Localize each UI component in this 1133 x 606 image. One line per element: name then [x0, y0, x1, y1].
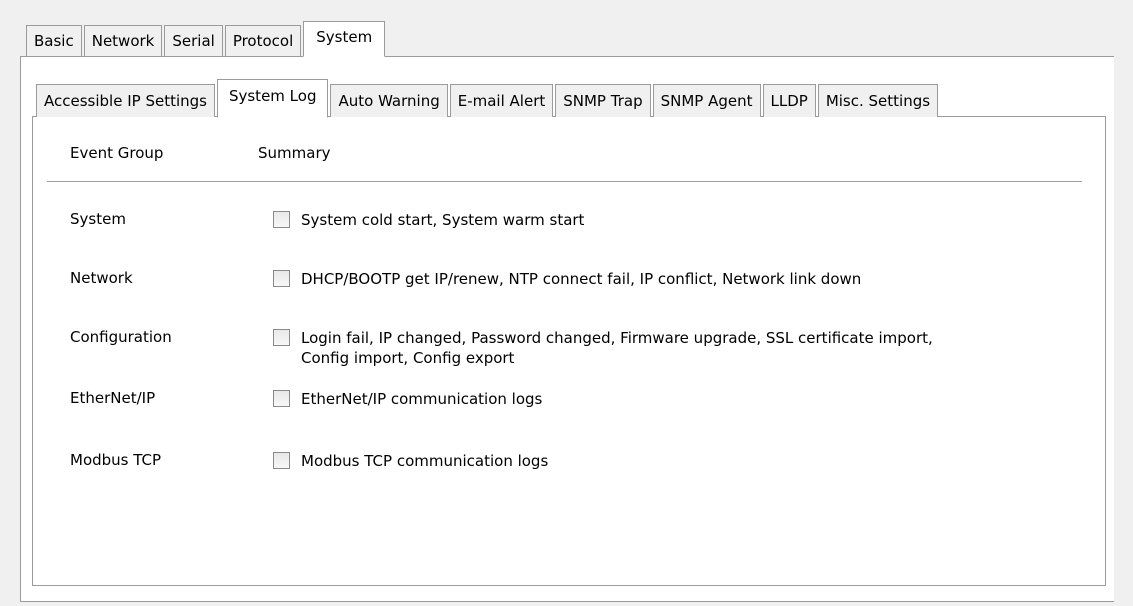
- event-group-label: EtherNet/IP: [70, 389, 156, 407]
- tab-protocol[interactable]: Protocol: [224, 25, 302, 56]
- configuration-log-checkbox[interactable]: [273, 329, 290, 346]
- tab-system[interactable]: System: [303, 21, 386, 57]
- summary-line: Config import, Config export: [301, 349, 515, 367]
- system-log-checkbox[interactable]: [273, 211, 290, 228]
- event-summary: EtherNet/IP communication logs: [301, 389, 1101, 409]
- network-log-checkbox[interactable]: [273, 270, 290, 287]
- event-summary: Login fail, IP changed, Password changed…: [301, 328, 1101, 368]
- tab-basic[interactable]: Basic: [26, 25, 82, 56]
- tab-auto-warning[interactable]: Auto Warning: [330, 84, 448, 117]
- event-summary: System cold start, System warm start: [301, 210, 1101, 230]
- event-group-label: Network: [70, 269, 133, 287]
- tab-serial[interactable]: Serial: [164, 25, 223, 56]
- tab-network[interactable]: Network: [83, 25, 163, 56]
- summary-header: Summary: [258, 144, 331, 162]
- summary-line: Login fail, IP changed, Password changed…: [301, 329, 933, 347]
- event-group-label: Configuration: [70, 328, 172, 346]
- summary-line: DHCP/BOOTP get IP/renew, NTP connect fai…: [301, 270, 862, 288]
- tab-snmp-trap[interactable]: SNMP Trap: [555, 84, 651, 117]
- summary-line: System cold start, System warm start: [301, 211, 585, 229]
- tab-email-alert[interactable]: E-mail Alert: [449, 84, 554, 117]
- event-group-header: Event Group: [70, 144, 164, 162]
- event-group-label: Modbus TCP: [70, 451, 162, 469]
- tab-misc-settings[interactable]: Misc. Settings: [817, 84, 939, 117]
- summary-line: Modbus TCP communication logs: [301, 452, 549, 470]
- tab-system-log[interactable]: System Log: [216, 79, 329, 118]
- tab-lldp[interactable]: LLDP: [762, 84, 816, 117]
- tab-accessible-ip-settings[interactable]: Accessible IP Settings: [36, 84, 215, 117]
- event-group-label: System: [70, 210, 126, 228]
- event-summary: Modbus TCP communication logs: [301, 451, 1101, 471]
- header-divider: [47, 181, 1082, 182]
- inner-tab-bar: Accessible IP Settings System Log Auto W…: [36, 79, 940, 118]
- modbus-tcp-log-checkbox[interactable]: [273, 452, 290, 469]
- event-summary: DHCP/BOOTP get IP/renew, NTP connect fai…: [301, 269, 1101, 289]
- outer-tab-bar: Basic Network Serial Protocol System: [26, 21, 387, 57]
- ethernet-ip-log-checkbox[interactable]: [273, 390, 290, 407]
- tab-snmp-agent[interactable]: SNMP Agent: [652, 84, 761, 117]
- settings-window: Basic Network Serial Protocol System Acc…: [0, 0, 1133, 606]
- summary-line: EtherNet/IP communication logs: [301, 390, 543, 408]
